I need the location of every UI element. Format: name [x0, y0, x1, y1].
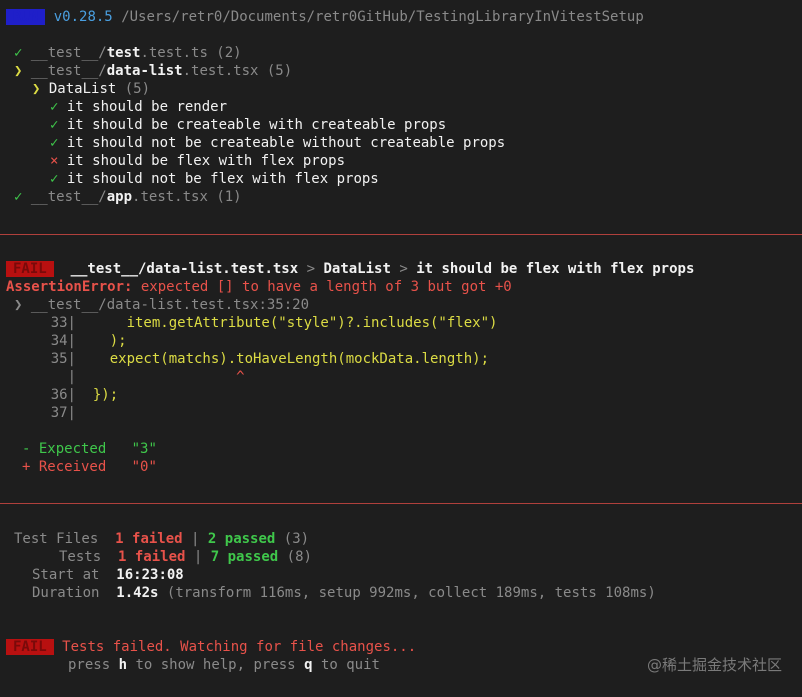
pass-icon: ✓ [50, 135, 59, 151]
chevron-right-icon: ❯ [14, 297, 23, 313]
quit-key[interactable]: q [304, 657, 312, 673]
summary-duration: Duration 1.42s (transform 116ms, setup 9… [32, 585, 656, 601]
code-line: 36| }); [50, 387, 119, 403]
pass-icon: ✓ [14, 189, 23, 205]
error-location: ❯ __test__/data-list.test.tsx:35:20 [14, 297, 310, 313]
test-item: ✓ it should be createable with createabl… [50, 117, 447, 133]
vitest-version: v0.28.5 [53, 9, 113, 25]
footer-status: FAIL Tests failed. Watching for file cha… [6, 638, 416, 656]
file-result-app: ✓ __test__/app.test.tsx (1) [14, 189, 242, 205]
file-result-data-list: ❯ __test__/data-list.test.tsx (5) [14, 63, 293, 79]
chevron-right-icon: ❯ [14, 63, 23, 79]
code-line: 33| item.getAttribute("style")?.includes… [50, 315, 498, 331]
footer-hint: press h to show help, press q to quit [68, 657, 380, 673]
help-key[interactable]: h [119, 657, 127, 673]
summary-test-files: Test Files 1 failed | 2 passed (3) [14, 531, 310, 547]
fail-badge: FAIL [6, 261, 54, 277]
fail-badge: FAIL [6, 639, 54, 655]
test-item: ✓ it should be render [50, 99, 228, 115]
summary-tests: Tests 1 failed | 7 passed (8) [59, 549, 312, 565]
pass-icon: ✓ [14, 45, 23, 61]
run-badge: RUN [6, 9, 46, 25]
pass-icon: ✓ [50, 99, 59, 115]
header-line: RUN v0.28.5 /Users/retr0/Documents/retr0… [6, 8, 644, 26]
watermark: @稀土掘金技术社区 [646, 656, 782, 674]
file-result-test: ✓ __test__/test.test.ts (2) [14, 45, 242, 61]
pass-icon: ✓ [50, 117, 59, 133]
code-caret-line: | ^ [67, 369, 245, 385]
assertion-error: AssertionError: expected [] to have a le… [6, 279, 512, 295]
code-line: 34| ); [50, 333, 127, 349]
pass-icon: ✓ [50, 171, 59, 187]
chevron-right-icon: ❯ [32, 81, 41, 97]
test-item: × it should be flex with flex props [50, 153, 346, 169]
summary-start: Start at 16:23:08 [32, 567, 184, 583]
divider [0, 234, 802, 235]
suite-datalist: ❯ DataList (5) [32, 81, 151, 97]
divider [0, 503, 802, 504]
diff-expected: - Expected "3" [22, 441, 157, 457]
diff-received: + Received "0" [22, 459, 157, 475]
project-path: /Users/retr0/Documents/retr0GitHub/Testi… [121, 9, 644, 25]
failure-header: FAIL __test__/data-list.test.tsx > DataL… [6, 260, 694, 278]
fail-icon: × [50, 153, 59, 169]
code-line: 37| [50, 405, 76, 421]
test-item: ✓ it should not be createable without cr… [50, 135, 506, 151]
test-item: ✓ it should not be flex with flex props [50, 171, 379, 187]
code-line: 35| expect(matchs).toHaveLength(mockData… [50, 351, 490, 367]
